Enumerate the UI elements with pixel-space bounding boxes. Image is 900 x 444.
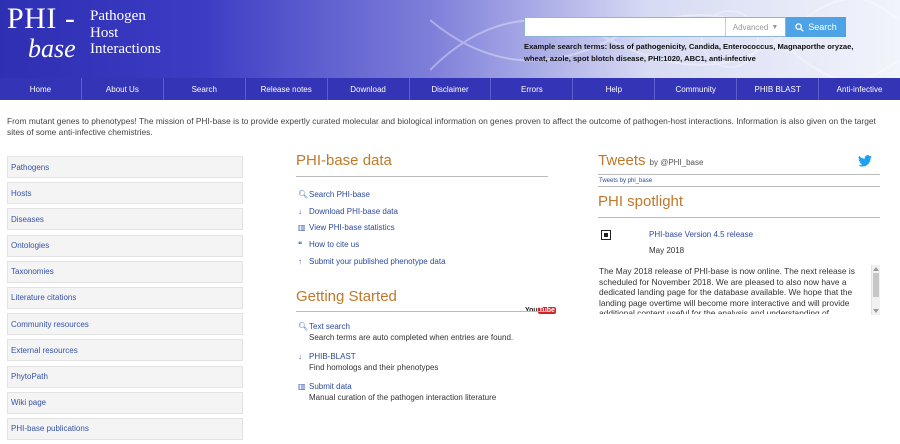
nav-anti-infective[interactable]: Anti-infective: [819, 78, 900, 100]
link-label: Search PHI-base: [309, 189, 370, 199]
submit-data-link[interactable]: ↑ Submit your published phenotype data: [298, 253, 446, 270]
search-icon: 🔍︎: [298, 321, 309, 331]
sidebar-item-community-resources[interactable]: Community resources: [7, 313, 243, 336]
phi-spotlight-title: PHI spotlight: [598, 193, 684, 210]
phi-base-data-title: PHI-base data: [296, 152, 392, 169]
divider: [296, 176, 548, 177]
bar-chart-icon: ▥: [298, 223, 306, 233]
sidebar-item-wiki-page[interactable]: Wiki page: [7, 391, 243, 414]
logo-base[interactable]: base: [28, 34, 76, 64]
list-item: 🔍︎ Text search Search terms are auto com…: [298, 320, 513, 350]
dna-decoration-icon: [430, 0, 900, 78]
scroll-up-icon[interactable]: [873, 267, 879, 271]
advanced-search-dropdown[interactable]: Advanced ▼: [725, 18, 785, 36]
upload-icon: ↑: [298, 257, 302, 267]
list-item: ↓ PHIB-BLAST Find homologs and their phe…: [298, 350, 513, 380]
divider: [296, 311, 548, 312]
view-statistics-link[interactable]: ▥ View PHI-base statistics: [298, 220, 446, 237]
getting-started-title: Getting Started: [296, 288, 397, 305]
scroll-down-icon[interactable]: [873, 309, 879, 313]
nav-about-us[interactable]: About Us: [82, 78, 164, 100]
search-button-label: Search: [808, 22, 837, 32]
link-label: Text search: [309, 321, 350, 331]
search-phi-base-link[interactable]: 🔍︎ Search PHI-base: [298, 186, 446, 203]
quote-icon: ❝: [298, 240, 303, 250]
nav-home[interactable]: Home: [0, 78, 82, 100]
link-label: Submit your published phenotype data: [309, 257, 446, 267]
example-search-terms: Example search terms: loss of pathogenic…: [524, 42, 854, 63]
nav-search[interactable]: Search: [164, 78, 246, 100]
nav-phib-blast[interactable]: PHIB BLAST: [737, 78, 820, 100]
spotlight-date: May 2018: [649, 246, 685, 255]
logo-subtitle: Pathogen Host Interactions: [90, 8, 161, 58]
sidebar-item-phytopath[interactable]: PhytoPath: [7, 365, 243, 388]
scrollbar-thumb[interactable]: [873, 273, 879, 297]
logo-phi[interactable]: PHI -: [7, 2, 75, 36]
item-description: Manual curation of the pathogen interact…: [309, 393, 497, 402]
search-box: Advanced ▼: [524, 17, 786, 37]
spotlight-scrollbar[interactable]: [871, 265, 880, 315]
phib-blast-link[interactable]: ↓ PHIB-BLAST: [298, 350, 513, 362]
download-data-link[interactable]: ↓ Download PHI-base data: [298, 203, 446, 220]
sidebar-item-diseases[interactable]: Diseases: [7, 208, 243, 231]
search-icon: [795, 22, 804, 32]
divider: [598, 174, 880, 175]
sidebar-item-literature-citations[interactable]: Literature citations: [7, 286, 243, 309]
list-item: ▥ Submit data Manual curation of the pat…: [298, 380, 513, 410]
link-label: PHIB-BLAST: [309, 351, 356, 361]
news-thumbnail-icon: [601, 230, 611, 240]
tweets-title: Tweets: [598, 152, 646, 169]
link-label: How to cite us: [309, 240, 360, 250]
link-label: View PHI-base statistics: [309, 223, 395, 233]
divider: [598, 217, 880, 218]
phi-base-data-links: 🔍︎ Search PHI-base ↓ Download PHI-base d…: [298, 186, 446, 270]
site-header: PHI - base Pathogen Host Interactions Ad…: [0, 0, 900, 78]
search-button[interactable]: Search: [786, 17, 846, 37]
sidebar: Pathogens Hosts Diseases Ontologies Taxo…: [7, 156, 243, 444]
intro-text: From mutant genes to phenotypes! The mis…: [7, 116, 876, 137]
tweets-header: Tweets by @PHI_base: [598, 152, 703, 169]
nav-help[interactable]: Help: [573, 78, 656, 100]
main-nav: Home About Us Search Release notes Downl…: [0, 78, 900, 100]
search-icon: 🔍︎: [298, 189, 309, 199]
nav-disclaimer[interactable]: Disclaimer: [410, 78, 492, 100]
item-description: Find homologs and their phenotypes: [309, 363, 439, 372]
advanced-label: Advanced: [732, 22, 769, 32]
download-icon: ↓: [298, 206, 302, 216]
text-search-link[interactable]: 🔍︎ Text search: [298, 320, 513, 332]
logo-sub-line: Host: [90, 24, 119, 41]
sidebar-item-publications[interactable]: PHI-base publications: [7, 417, 243, 440]
getting-started-list: 🔍︎ Text search Search terms are auto com…: [298, 320, 513, 410]
search-input[interactable]: [525, 18, 725, 36]
tweets-handle[interactable]: by @PHI_base: [650, 158, 704, 167]
spotlight-release-link[interactable]: PHI-base Version 4.5 release: [649, 230, 753, 239]
download-icon: ↓: [298, 351, 302, 361]
divider: [598, 186, 880, 187]
spotlight-body: The May 2018 release of PHI-base is now …: [599, 266, 855, 314]
tweets-by-link[interactable]: Tweets by phi_base: [599, 178, 652, 184]
nav-download[interactable]: Download: [328, 78, 410, 100]
link-label: Download PHI-base data: [309, 206, 398, 216]
submit-data-link[interactable]: ▥ Submit data: [298, 380, 513, 392]
sidebar-item-pathogens[interactable]: Pathogens: [7, 156, 243, 178]
nav-errors[interactable]: Errors: [491, 78, 574, 100]
chevron-down-icon: ▼: [771, 23, 779, 31]
nav-community[interactable]: Community: [655, 78, 738, 100]
logo-sub-line: Pathogen: [90, 8, 146, 24]
sidebar-item-external-resources[interactable]: External resources: [7, 339, 243, 362]
logo-sub-line: Interactions: [90, 41, 161, 57]
nav-release-notes[interactable]: Release notes: [246, 78, 328, 100]
sidebar-item-taxonomies[interactable]: Taxonomies: [7, 260, 243, 283]
item-description: Search terms are auto completed when ent…: [309, 333, 514, 342]
twitter-bird-icon[interactable]: [858, 155, 872, 167]
link-label: Submit data: [309, 381, 352, 391]
sidebar-item-hosts[interactable]: Hosts: [7, 182, 243, 205]
how-to-cite-link[interactable]: ❝ How to cite us: [298, 236, 446, 253]
bar-chart-icon: ▥: [298, 381, 306, 391]
sidebar-item-ontologies[interactable]: Ontologies: [7, 234, 243, 257]
